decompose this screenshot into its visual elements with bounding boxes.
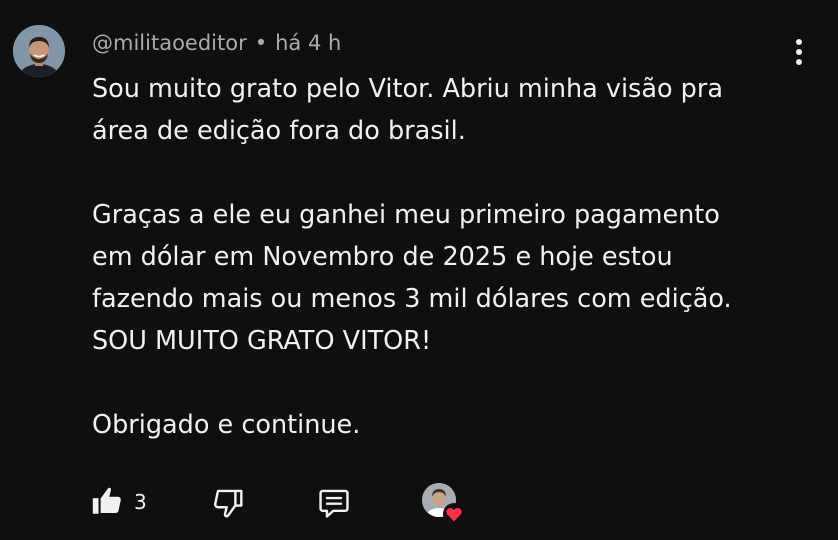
comment-timestamp[interactable]: há 4 h <box>275 31 341 55</box>
comment-text: Sou muito grato pelo Vitor. Abriu minha … <box>92 68 812 446</box>
comment-line: área de edição fora do brasil. <box>92 116 466 146</box>
comment-line: em dólar em Novembro de 2025 e hoje esto… <box>92 242 673 272</box>
dislike-button[interactable] <box>212 480 248 524</box>
like-button[interactable]: 3 <box>88 480 158 524</box>
reply-button[interactable] <box>316 480 354 524</box>
comment-line: Sou muito grato pelo Vitor. Abriu minha … <box>92 74 723 104</box>
comment-line: Obrigado e continue. <box>92 410 361 440</box>
like-count: 3 <box>134 490 147 514</box>
author-handle[interactable]: @militaoeditor <box>92 31 247 55</box>
comment-meta: @militaoeditor • há 4 h <box>92 28 341 58</box>
comment-line-blank <box>92 152 812 194</box>
comment-line-blank <box>92 362 812 404</box>
author-avatar[interactable] <box>13 25 65 77</box>
heart-icon <box>443 503 465 525</box>
thumb-up-filled-icon <box>92 487 121 514</box>
meta-separator: • <box>254 31 268 55</box>
comment-icon <box>319 489 349 518</box>
more-vert-icon <box>796 39 802 65</box>
comment-line: Graças a ele eu ganhei meu primeiro paga… <box>92 200 720 230</box>
comment-line: fazendo mais ou menos 3 mil dólares com … <box>92 284 732 314</box>
comment-line: SOU MUITO GRATO VITOR! <box>92 326 432 356</box>
more-options-button[interactable] <box>788 36 810 70</box>
creator-heart[interactable] <box>422 483 468 525</box>
comment-thread: @militaoeditor • há 4 h Sou muito grato pe… <box>0 0 838 540</box>
thumb-down-icon <box>213 489 243 518</box>
